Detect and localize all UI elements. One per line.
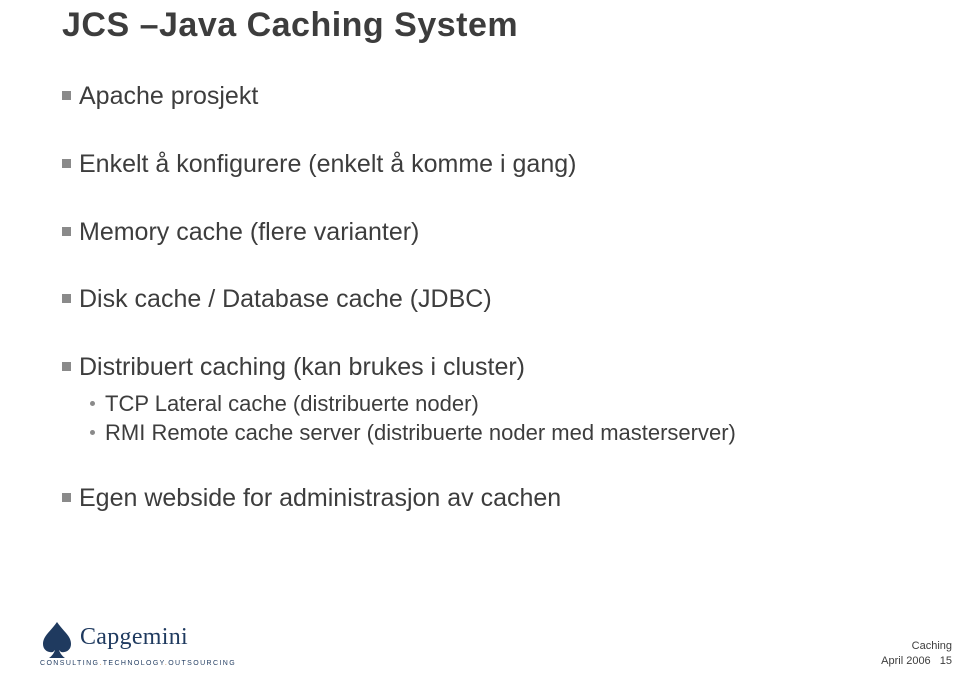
square-bullet-icon xyxy=(62,294,71,303)
bullet-item: Memory cache (flere varianter) xyxy=(62,216,892,250)
sub-bullet-text: RMI Remote cache server (distribuerte no… xyxy=(105,418,736,448)
bullet-text: Apache prosjekt xyxy=(79,80,258,114)
sub-bullet-text: TCP Lateral cache (distribuerte noder) xyxy=(105,389,479,419)
bullet-text: Enkelt å konfigurere (enkelt å komme i g… xyxy=(79,148,576,182)
bullet-item: Apache prosjekt xyxy=(62,80,892,114)
dot-bullet-icon xyxy=(90,401,95,406)
company-logo: Capgemini CONSULTING.TECHNOLOGY.OUTSOURC… xyxy=(40,620,230,667)
slide-footer: Capgemini CONSULTING.TECHNOLOGY.OUTSOURC… xyxy=(0,601,960,681)
bullet-text: Distribuert caching (kan brukes i cluste… xyxy=(79,351,525,385)
bullet-text: Egen webside for administrasjon av cache… xyxy=(79,482,561,516)
logo-brand-text: Capgemini xyxy=(80,624,188,651)
sub-bullets: TCP Lateral cache (distribuerte noder) R… xyxy=(90,389,892,448)
bullet-text: Disk cache / Database cache (JDBC) xyxy=(79,283,492,317)
spade-icon xyxy=(40,620,74,660)
bullet-item: Disk cache / Database cache (JDBC) xyxy=(62,283,892,317)
bullet-item: Enkelt å konfigurere (enkelt å komme i g… xyxy=(62,148,892,182)
bullet-item: Egen webside for administrasjon av cache… xyxy=(62,482,892,516)
square-bullet-icon xyxy=(62,91,71,100)
dot-bullet-icon xyxy=(90,430,95,435)
square-bullet-icon xyxy=(62,493,71,502)
square-bullet-icon xyxy=(62,227,71,236)
footer-date: April 2006 xyxy=(881,655,931,667)
tagline-part: OUTSOURCING xyxy=(168,660,236,667)
bullet-item: Distribuert caching (kan brukes i cluste… xyxy=(62,351,892,448)
footer-page-number: 15 xyxy=(940,655,952,667)
slide-title: JCS –Java Caching System xyxy=(62,6,518,45)
square-bullet-icon xyxy=(62,159,71,168)
tagline-part: CONSULTING xyxy=(40,660,99,667)
footer-label: Caching xyxy=(881,639,952,654)
footer-meta: Caching April 2006 15 xyxy=(881,639,952,669)
logo-tagline: CONSULTING.TECHNOLOGY.OUTSOURCING xyxy=(40,660,230,667)
square-bullet-icon xyxy=(62,362,71,371)
bullet-text: Memory cache (flere varianter) xyxy=(79,216,419,250)
slide-content: Apache prosjekt Enkelt å konfigurere (en… xyxy=(62,80,892,550)
tagline-part: TECHNOLOGY xyxy=(103,660,165,667)
